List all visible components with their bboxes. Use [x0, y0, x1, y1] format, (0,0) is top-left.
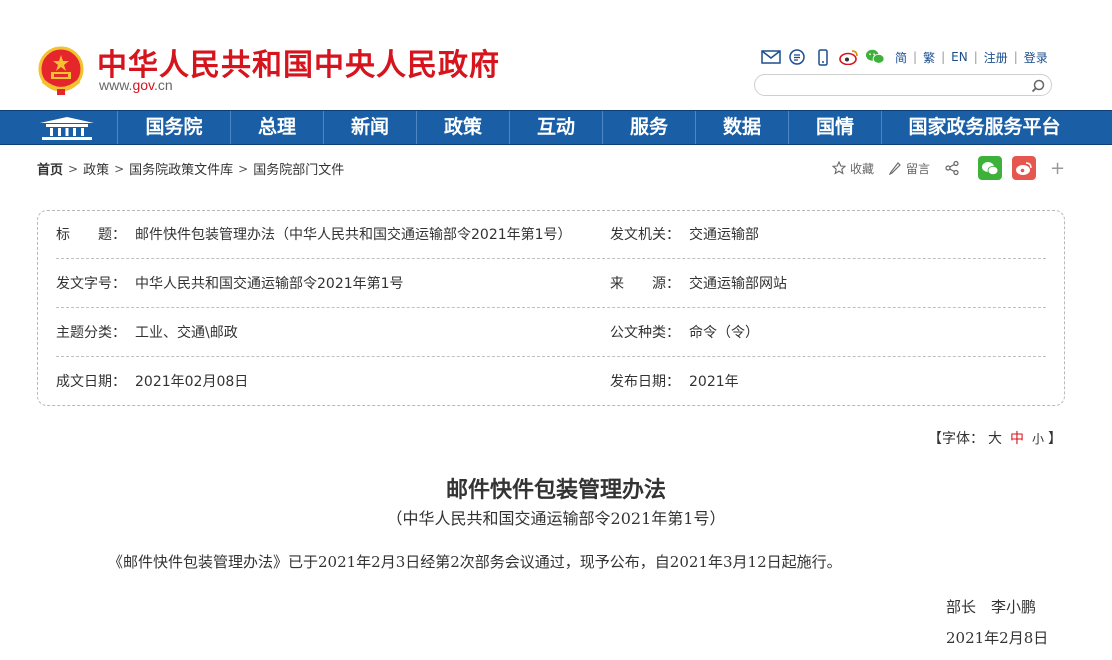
favorite-button[interactable]: 收藏 [832, 160, 874, 177]
top-tools: 简 | 繁 | EN | 注册 | 登录 [761, 47, 1048, 67]
nav-item-data[interactable]: 数据 [695, 111, 788, 144]
font-size-large[interactable]: 大 [988, 431, 1002, 447]
info-value: 2021年02月08日 [135, 374, 249, 390]
nav-item-services[interactable]: 服务 [602, 111, 695, 144]
breadcrumb: 首页 > 政策 > 国务院政策文件库 > 国务院部门文件 [37, 159, 344, 179]
comment-label: 留言 [906, 161, 931, 176]
font-size-selector: 【字体：大中小】 [928, 428, 1062, 448]
info-value: 2021年 [689, 374, 739, 390]
breadcrumb-policy-library[interactable]: 国务院政策文件库 [129, 159, 233, 178]
info-label: 发文字号： [56, 276, 126, 292]
search-input[interactable] [765, 77, 1029, 95]
separator: | [941, 50, 946, 64]
nav-item-news[interactable]: 新闻 [323, 111, 416, 144]
info-label: 公文种类： [610, 325, 680, 341]
share-icon[interactable] [944, 160, 964, 176]
lang-traditional-link[interactable]: 繁 [923, 49, 935, 66]
lang-simplified-link[interactable]: 简 [895, 49, 907, 66]
article-signature: 部长 李小鹏 [946, 598, 1037, 616]
info-label: 发布日期： [610, 374, 680, 390]
info-label: 标 题： [56, 227, 126, 243]
search-icon[interactable] [1031, 78, 1045, 93]
search-box [754, 74, 1052, 96]
url-suffix: .cn [154, 77, 173, 93]
font-size-suffix: 】 [1048, 431, 1063, 447]
lang-english-link[interactable]: EN [951, 50, 968, 64]
info-row: 成文日期： 2021年02月08日 发布日期： 2021年 [56, 358, 1046, 406]
info-value: 工业、交通\邮政 [135, 325, 238, 341]
breadcrumb-separator: > [238, 161, 249, 176]
info-row: 发文字号： 中华人民共和国交通运输部令2021年第1号 来 源： 交通运输部网站 [56, 260, 1046, 308]
row-divider [56, 356, 1046, 357]
breadcrumb-home[interactable]: 首页 [37, 159, 63, 178]
info-label: 成文日期： [56, 374, 126, 390]
nav-item-national-info[interactable]: 国情 [788, 111, 881, 144]
info-row: 主题分类： 工业、交通\邮政 公文种类： 命令（令） [56, 309, 1046, 357]
mobile-icon[interactable] [813, 47, 833, 67]
url-prefix: www. [99, 77, 133, 93]
wechat-icon[interactable] [865, 47, 885, 67]
main-nav: 国务院 总理 新闻 政策 互动 服务 数据 国情 国家政务服务平台 [0, 110, 1112, 145]
info-label: 主题分类： [56, 325, 126, 341]
article-title: 邮件快件包装管理办法 [445, 478, 666, 503]
site-url[interactable]: www.gov.cn [99, 77, 173, 93]
info-value: 命令（令） [689, 325, 759, 341]
share-toolbar: 收藏 留言 + [832, 155, 1065, 181]
register-link[interactable]: 注册 [984, 49, 1008, 66]
login-link[interactable]: 登录 [1024, 49, 1048, 66]
separator: | [973, 50, 978, 64]
breadcrumb-separator: > [68, 161, 79, 176]
nav-item-state-council[interactable]: 国务院 [117, 111, 230, 144]
separator: | [1013, 50, 1018, 64]
weibo-share-icon[interactable] [1012, 156, 1037, 180]
comment-button[interactable]: 留言 [888, 160, 930, 177]
home-building-icon[interactable] [36, 115, 98, 142]
wechat-share-icon[interactable] [978, 156, 1003, 180]
national-emblem-logo[interactable] [37, 45, 85, 97]
separator: | [913, 50, 918, 64]
info-label: 发文机关： [610, 227, 680, 243]
article-body: 《邮件快件包装管理办法》已于2021年2月3日经第2次部务会议通过，现予公布，自… [108, 553, 842, 571]
nav-item-policy[interactable]: 政策 [416, 111, 509, 144]
pencil-icon [888, 162, 901, 175]
article-date: 2021年2月8日 [946, 629, 1049, 647]
url-highlight: gov [132, 77, 154, 93]
info-row: 标 题： 邮件快件包装管理办法（中华人民共和国交通运输部令2021年第1号） 发… [56, 211, 1046, 259]
article-subtitle: （中华人民共和国交通运输部令2021年第1号） [386, 509, 726, 528]
info-value: 交通运输部网站 [689, 276, 787, 292]
lang-links: 简 | 繁 | EN | 注册 | 登录 [895, 49, 1048, 66]
info-value: 交通运输部 [689, 227, 759, 243]
favorite-label: 收藏 [850, 161, 875, 176]
rss-icon[interactable] [787, 47, 807, 67]
row-divider [56, 258, 1046, 259]
info-label: 来 源： [610, 276, 680, 292]
font-size-prefix: 【字体： [928, 431, 984, 447]
breadcrumb-policy[interactable]: 政策 [83, 159, 109, 178]
row-divider [56, 307, 1046, 308]
nav-item-gov-service-platform[interactable]: 国家政务服务平台 [881, 111, 1087, 144]
more-share-button[interactable]: + [1050, 158, 1065, 179]
breadcrumb-department-docs[interactable]: 国务院部门文件 [253, 159, 344, 178]
site-header: 中华人民共和国中央人民政府 www.gov.cn 简 | 繁 | EN | 注册… [0, 0, 1112, 110]
font-size-small[interactable]: 小 [1032, 432, 1044, 446]
info-value: 邮件快件包装管理办法（中华人民共和国交通运输部令2021年第1号） [135, 227, 572, 243]
font-size-medium[interactable]: 中 [1010, 431, 1024, 447]
nav-item-interaction[interactable]: 互动 [509, 111, 602, 144]
mail-icon[interactable] [761, 47, 781, 67]
document-info-table: 标 题： 邮件快件包装管理办法（中华人民共和国交通运输部令2021年第1号） 发… [37, 210, 1065, 406]
weibo-icon[interactable] [839, 47, 859, 67]
star-icon [832, 161, 846, 175]
nav-item-premier[interactable]: 总理 [230, 111, 323, 144]
breadcrumb-separator: > [114, 161, 125, 176]
info-value: 中华人民共和国交通运输部令2021年第1号 [135, 276, 404, 292]
